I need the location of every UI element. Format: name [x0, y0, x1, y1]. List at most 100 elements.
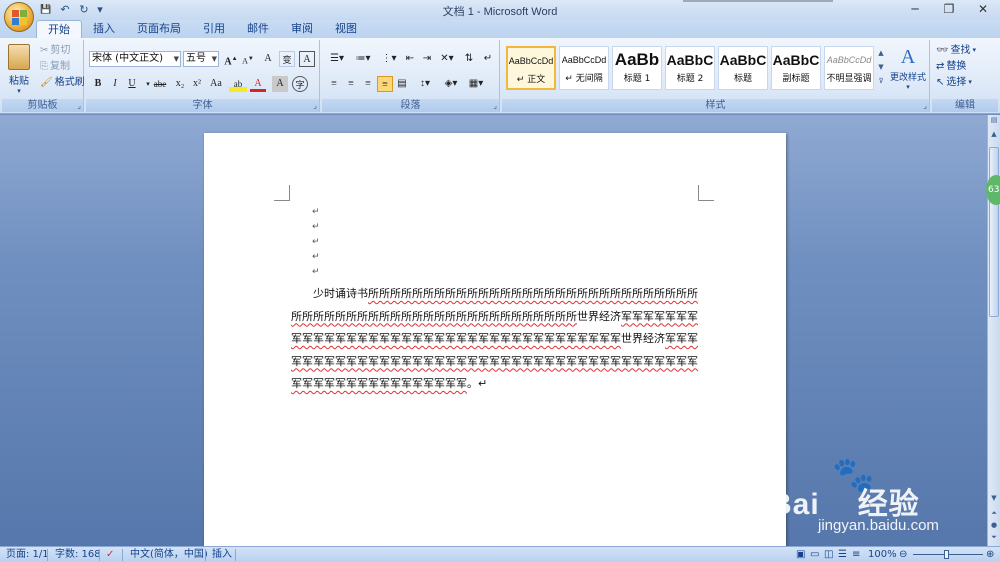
copy-button[interactable]: ⎘ 复制 [40, 59, 70, 74]
underline-button[interactable]: U [124, 76, 140, 92]
find-button[interactable]: 👓 查找 ▾ [936, 43, 976, 58]
proofing-icon[interactable]: ✓ [106, 547, 114, 562]
change-styles-icon: A [900, 46, 916, 68]
distributed-icon[interactable]: ▤ [394, 76, 410, 92]
tab-insert[interactable]: 插入 [82, 20, 126, 38]
paste-button[interactable]: 粘贴 ▾ [6, 44, 32, 95]
clear-format-icon[interactable]: A [260, 51, 276, 67]
zoom-out-icon[interactable]: ⊖ [899, 547, 907, 562]
restore-button[interactable]: ❐ [932, 0, 966, 18]
chinese-layout-icon[interactable]: ✕▾ [436, 51, 458, 67]
font-name-value: 宋体 (中文正文) [92, 53, 163, 64]
language-indicator[interactable]: 中文(简体，中国) [130, 547, 208, 562]
align-left-icon[interactable]: ≡ [326, 76, 342, 92]
bold-button[interactable]: B [90, 76, 106, 92]
tab-mailings[interactable]: 邮件 [236, 20, 280, 38]
bullets-icon[interactable]: ☰▾ [326, 51, 348, 67]
decrease-indent-icon[interactable]: ⇤ [402, 51, 418, 67]
shrink-font-icon[interactable]: A▼ [240, 51, 256, 67]
paragraph-group: ☰▾ ≔▾ ⋮▾ ⇤ ⇥ ✕▾ ⇅ ↵ ≡ ≡ ≡ ≡ ▤ ↕▾ ◈▾ ▦▾ 段… [322, 40, 500, 112]
superscript-button[interactable]: x² [189, 76, 205, 92]
floating-side-widget[interactable]: 63 [986, 175, 1000, 205]
font-color-icon[interactable]: A [250, 76, 266, 92]
increase-indent-icon[interactable]: ⇥ [419, 51, 435, 67]
align-center-icon[interactable]: ≡ [343, 76, 359, 92]
style-name: ↵ 正文 [516, 75, 546, 85]
multilevel-list-icon[interactable]: ⋮▾ [378, 51, 400, 67]
find-label: 查找 [950, 45, 971, 56]
sort-icon[interactable]: ⇅ [461, 51, 477, 67]
font-name-select[interactable]: 宋体 (中文正文) ▼ [89, 51, 181, 67]
document-body-text[interactable]: 少时诵诗书所所所所所所所所所所所所所所所所所所所所所所所所所所所所所所所所所所所… [291, 283, 699, 396]
page-count[interactable]: 页面: 1/1 [6, 547, 49, 562]
full-screen-reading-icon[interactable]: ▭ [810, 547, 819, 562]
tab-home[interactable]: 开始 [36, 20, 82, 38]
draft-view-icon[interactable]: ≡ [852, 547, 860, 562]
style-normal[interactable]: AaBbCcDd ↵ 正文 [506, 46, 556, 90]
chevron-down-icon: ▼ [173, 55, 179, 63]
styles-launcher-icon[interactable]: ⌟ [923, 101, 927, 110]
replace-button[interactable]: ⇄ 替换 [936, 59, 966, 74]
scroll-down-arrow-icon[interactable]: ▼ [988, 493, 1000, 504]
tab-references[interactable]: 引用 [192, 20, 236, 38]
clipboard-launcher-icon[interactable]: ⌟ [77, 101, 81, 110]
cut-button[interactable]: ✂ 剪切 [40, 43, 70, 58]
line-spacing-icon[interactable]: ↕▾ [414, 76, 436, 92]
strikethrough-button[interactable]: abe [150, 76, 170, 92]
font-size-select[interactable]: 五号 ▼ [183, 51, 219, 67]
font-launcher-icon[interactable]: ⌟ [313, 101, 317, 110]
select-button[interactable]: ↖ 选择 ▾ [936, 75, 972, 90]
change-case-button[interactable]: Aa [206, 76, 226, 92]
numbering-icon[interactable]: ≔▾ [352, 51, 374, 67]
tab-review[interactable]: 审阅 [280, 20, 324, 38]
style-heading-1[interactable]: AaBb 标题 1 [612, 46, 662, 90]
character-shading-icon[interactable]: A [272, 76, 288, 92]
show-marks-icon[interactable]: ↵ [480, 51, 496, 67]
paragraph-group-label: 段落 [322, 99, 499, 112]
zoom-slider-thumb[interactable] [944, 550, 949, 559]
zoom-level[interactable]: 100% [868, 547, 897, 562]
style-title[interactable]: AaBbC 标题 [718, 46, 768, 90]
tab-view[interactable]: 视图 [324, 20, 368, 38]
copy-icon: ⎘ [40, 60, 48, 72]
grow-font-icon[interactable]: A▲ [223, 51, 239, 67]
scrollbar-thumb[interactable] [989, 147, 999, 317]
character-border-icon[interactable]: A [299, 51, 315, 67]
editing-group-label: 编辑 [932, 99, 998, 112]
ruler-toggle-icon[interactable]: ▤ [988, 115, 1000, 126]
replace-icon: ⇄ [936, 60, 945, 72]
insert-mode[interactable]: 插入 [212, 547, 232, 562]
minimize-button[interactable]: ─ [898, 0, 932, 18]
styles-scroll-icon[interactable]: ▲ ▼ ⊽ [876, 46, 886, 90]
shading-icon[interactable]: ◈▾ [440, 76, 462, 92]
borders-icon[interactable]: ▦▾ [465, 76, 487, 92]
office-button[interactable] [4, 2, 34, 32]
paragraph-launcher-icon[interactable]: ⌟ [493, 101, 497, 110]
word-count[interactable]: 字数: 168 [55, 547, 101, 562]
zoom-in-icon[interactable]: ⊕ [986, 547, 994, 562]
print-layout-view-icon[interactable]: ▣ [796, 547, 805, 562]
close-button[interactable]: ✕ [966, 0, 1000, 18]
chevron-down-icon: ▼ [211, 55, 217, 63]
style-subtle-emphasis[interactable]: AaBbCcDd 不明显强调 [824, 46, 874, 90]
change-styles-button[interactable]: A 更改样式 ▾ [888, 44, 928, 91]
outline-view-icon[interactable]: ☰ [838, 547, 847, 562]
align-right-icon[interactable]: ≡ [360, 76, 376, 92]
style-heading-2[interactable]: AaBbC 标题 2 [665, 46, 715, 90]
web-layout-icon[interactable]: ◫ [824, 547, 833, 562]
justify-icon[interactable]: ≡ [377, 76, 393, 92]
style-no-spacing[interactable]: AaBbCcDd ↵ 无间隔 [559, 46, 609, 90]
document-page[interactable]: ↵ ↵ ↵ ↵ ↵ 少时诵诗书所所所所所所所所所所所所所所所所所所所所所所所所所… [204, 133, 786, 546]
phonetic-guide-icon[interactable]: 变 [279, 51, 295, 67]
format-painter-button[interactable]: 🖌 格式刷 [40, 75, 85, 90]
next-page-icon[interactable]: ⏷ [988, 532, 1000, 543]
browse-object-icon[interactable]: ● [988, 520, 1000, 531]
tab-page-layout[interactable]: 页面布局 [126, 20, 192, 38]
highlight-icon[interactable]: ab [229, 76, 247, 92]
italic-button[interactable]: I [107, 76, 123, 92]
subscript-button[interactable]: x₂ [172, 76, 188, 92]
previous-page-icon[interactable]: ⏶ [988, 508, 1000, 519]
style-subtitle[interactable]: AaBbC 副标题 [771, 46, 821, 90]
enclose-characters-icon[interactable]: 字 [292, 76, 308, 92]
scroll-up-arrow-icon[interactable]: ▲ [988, 129, 1000, 140]
